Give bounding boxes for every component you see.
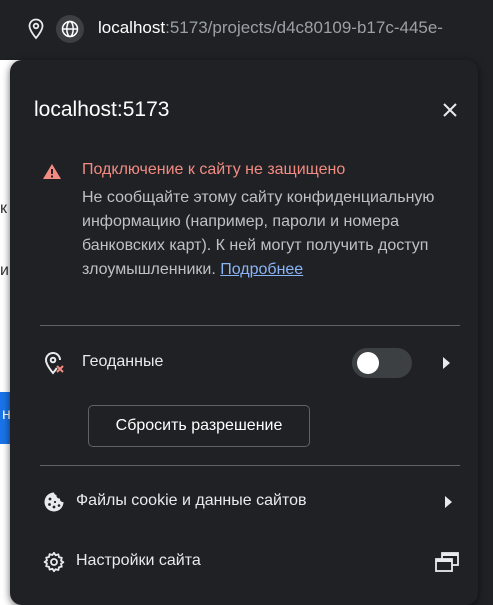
learn-more-link[interactable]: Подробнее	[220, 261, 303, 278]
close-button[interactable]	[436, 96, 464, 124]
geolocation-expand-arrow-icon[interactable]	[440, 356, 452, 370]
close-icon	[443, 103, 457, 117]
location-icon[interactable]	[24, 17, 48, 41]
divider	[40, 465, 460, 466]
cookie-icon	[42, 490, 66, 514]
location-off-icon	[42, 351, 66, 375]
toggle-knob	[357, 352, 379, 374]
gear-icon	[42, 550, 66, 574]
background-text: к	[0, 200, 7, 217]
address-bar: localhost:5173/projects/d4c80109-b17c-44…	[0, 0, 493, 60]
url-text[interactable]: localhost:5173/projects/d4c80109-b17c-44…	[98, 18, 443, 38]
site-info-globe-icon[interactable]	[56, 15, 84, 43]
site-settings-item[interactable]: Настройки сайта	[76, 552, 201, 570]
geolocation-label: Геоданные	[82, 353, 164, 370]
geolocation-toggle[interactable]	[352, 348, 412, 378]
cookies-expand-arrow-icon[interactable]	[442, 495, 454, 509]
cookies-item[interactable]: Файлы cookie и данные сайтов	[76, 492, 307, 510]
warning-icon	[42, 162, 62, 182]
url-host: localhost	[98, 18, 166, 37]
popup-title: localhost:5173	[34, 98, 170, 121]
warning-body: Не сообщайте этому сайту конфиденциальну…	[82, 186, 462, 282]
warning-title: Подключение к сайту не защищено	[82, 161, 346, 178]
divider	[40, 325, 460, 326]
background-page	[0, 60, 10, 605]
reset-permission-button[interactable]: Сбросить разрешение	[88, 405, 310, 447]
site-info-popup: localhost:5173 Подключение к сайту не за…	[10, 60, 478, 605]
url-path: :5173/projects/d4c80109-b17c-445e-	[165, 18, 443, 37]
background-text: и	[0, 262, 9, 279]
open-in-new-window-icon[interactable]	[435, 552, 459, 572]
